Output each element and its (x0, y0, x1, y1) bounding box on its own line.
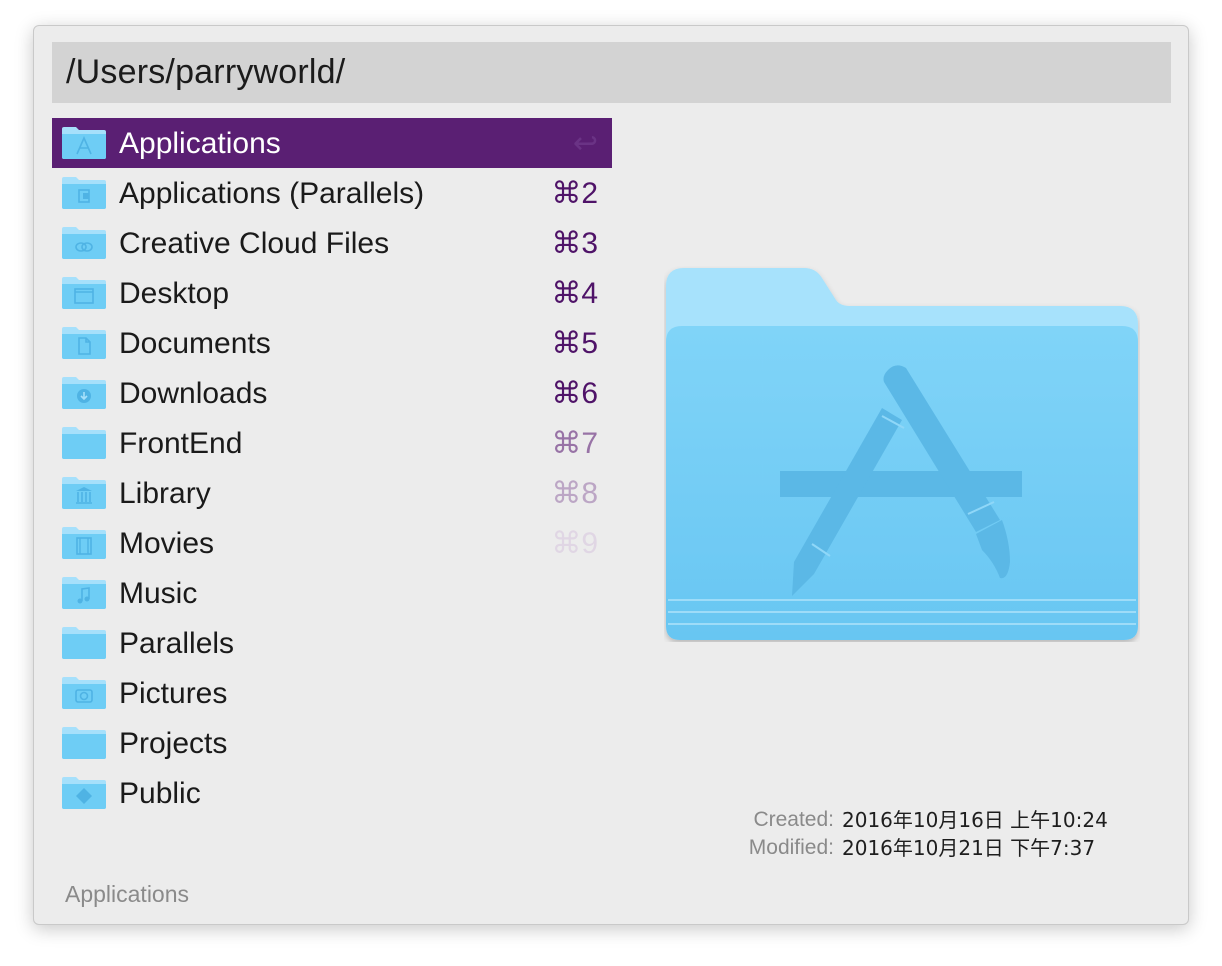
desktop-folder-icon (62, 277, 106, 309)
created-label: Created: (753, 808, 834, 831)
result-item-desktop[interactable]: Desktop ⌘4 (52, 268, 612, 318)
created-value: 2016年10月16日 上午10:24 (842, 808, 1108, 832)
result-item-creative-cloud-files[interactable]: Creative Cloud Files ⌘3 (52, 218, 612, 268)
result-label: Movies (119, 527, 215, 560)
result-item-library[interactable]: Library ⌘8 (52, 468, 612, 518)
music-folder-icon (62, 577, 106, 609)
result-item-documents[interactable]: Documents ⌘5 (52, 318, 612, 368)
applications-folder-large-icon (666, 268, 1138, 640)
result-item-applications-parallels[interactable]: Applications (Parallels) ⌘2 (52, 168, 612, 218)
result-label: Library (119, 477, 211, 510)
shortcut-hint: ⌘7 (551, 427, 598, 460)
shortcut-hint: ⌘2 (551, 177, 598, 210)
result-item-projects[interactable]: Projects (52, 718, 612, 768)
result-label: Documents (119, 327, 271, 360)
pictures-folder-icon (62, 677, 106, 709)
library-folder-icon (62, 477, 106, 509)
shortcut-hint: ⌘4 (551, 277, 598, 310)
result-item-pictures[interactable]: Pictures (52, 668, 612, 718)
return-key-hint: ↩ (572, 127, 598, 160)
result-label: Downloads (119, 377, 268, 410)
documents-folder-icon (62, 327, 106, 359)
applications-folder-icon (62, 127, 106, 159)
result-item-music[interactable]: Music (52, 568, 612, 618)
folder-icon (62, 727, 106, 759)
result-item-parallels[interactable]: Parallels (52, 618, 612, 668)
result-item-downloads[interactable]: Downloads ⌘6 (52, 368, 612, 418)
result-label: Music (119, 577, 198, 610)
public-folder-icon (62, 777, 106, 809)
modified-row: Modified: 2016年10月21日 下午7:37 (674, 834, 1154, 862)
creative-cloud-folder-icon (62, 227, 106, 259)
launcher-window: /Users/parryworld/ Applications ↩ Applic… (33, 25, 1189, 925)
shortcut-hint: ⌘8 (551, 477, 598, 510)
result-label: Applications (119, 127, 281, 160)
folder-icon (62, 427, 106, 459)
result-label: Creative Cloud Files (119, 227, 390, 260)
shortcut-hint: ⌘6 (551, 377, 598, 410)
shortcut-hint: ⌘5 (551, 327, 598, 360)
status-bar-text: Applications (65, 881, 190, 907)
result-label: Pictures (119, 677, 228, 710)
movies-folder-icon (62, 527, 106, 559)
result-label: Projects (119, 727, 228, 760)
created-row: Created: 2016年10月16日 上午10:24 (674, 806, 1154, 834)
results-list: Applications ↩ Applications (Parallels) … (52, 118, 612, 818)
result-label: Applications (Parallels) (119, 177, 425, 210)
file-metadata: Created: 2016年10月16日 上午10:24 Modified: 2… (674, 806, 1154, 862)
modified-label: Modified: (748, 836, 834, 859)
result-item-frontend[interactable]: FrontEnd ⌘7 (52, 418, 612, 468)
result-label: Parallels (119, 627, 235, 660)
result-item-applications[interactable]: Applications ↩ (52, 118, 612, 168)
result-item-movies[interactable]: Movies ⌘9 (52, 518, 612, 568)
parallels-folder-icon (62, 177, 106, 209)
folder-icon (62, 627, 106, 659)
result-item-public[interactable]: Public (52, 768, 612, 818)
result-label: Desktop (119, 277, 230, 310)
result-label: FrontEnd (119, 427, 243, 460)
modified-value: 2016年10月21日 下午7:37 (842, 836, 1096, 860)
shortcut-hint: ⌘9 (551, 527, 598, 560)
shortcut-hint: ⌘3 (551, 227, 598, 260)
result-label: Public (119, 777, 201, 810)
search-input[interactable]: /Users/parryworld/ (52, 42, 1171, 103)
downloads-folder-icon (62, 377, 106, 409)
